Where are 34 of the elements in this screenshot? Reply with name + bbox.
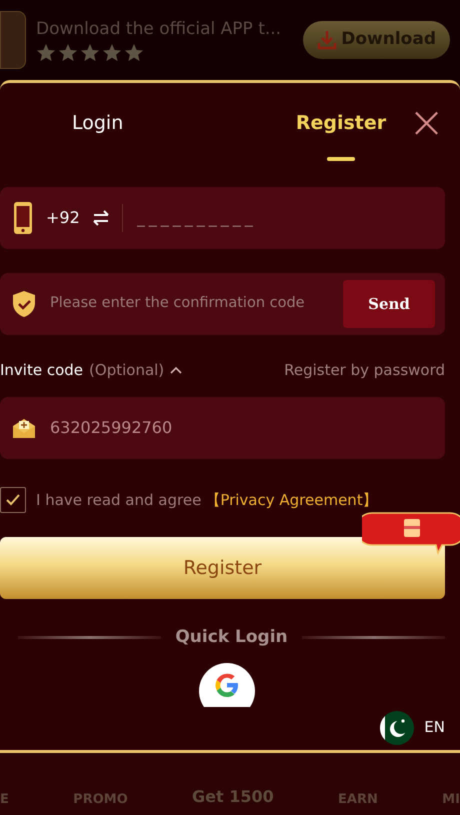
google-icon <box>214 672 240 698</box>
star-icon <box>36 42 56 63</box>
confirmation-code-field[interactable]: Please enter the confirmation code <box>48 292 331 316</box>
tab[interactable]: Register <box>296 84 386 162</box>
register-button[interactable]: Register <box>0 537 445 599</box>
language-label[interactable]: EN <box>424 716 445 739</box>
star-icon <box>58 42 78 63</box>
close-button[interactable]: × <box>408 101 445 145</box>
download-icon <box>317 30 338 50</box>
envelope-icon <box>12 417 36 439</box>
register-by-password-link[interactable]: Register by password <box>284 358 445 382</box>
agree-checkbox[interactable] <box>0 487 26 513</box>
star-icon <box>102 42 122 63</box>
country-code: +92 <box>46 207 80 229</box>
phone-number-input[interactable]: __________ <box>134 205 435 231</box>
quick-login-label: Quick Login <box>175 626 288 649</box>
send-button[interactable]: Send <box>343 280 435 328</box>
star-icon <box>124 42 144 63</box>
privacy-agreement-link[interactable]: 【Privacy Agreement】 <box>205 488 378 512</box>
star-icon <box>80 42 100 63</box>
optional-hint: (Optional) <box>89 360 164 381</box>
tab[interactable]: Login <box>48 84 124 162</box>
agreement-text: I have read and agree <box>36 490 202 511</box>
banner-text: Download the official APP t... <box>36 18 282 42</box>
flag-icon <box>380 710 414 744</box>
phone-icon <box>12 201 34 235</box>
google-login-button[interactable] <box>198 662 254 706</box>
swap-icon <box>92 209 110 227</box>
invite-code-input[interactable]: 632025992760 <box>48 415 435 441</box>
invite-code-field[interactable]: 632025992760 <box>0 397 445 459</box>
invite-code-label: Invite code <box>0 360 84 381</box>
shield-check-icon <box>12 290 36 318</box>
phone-field[interactable]: +92 __________ <box>0 187 445 249</box>
check-icon <box>5 493 21 507</box>
